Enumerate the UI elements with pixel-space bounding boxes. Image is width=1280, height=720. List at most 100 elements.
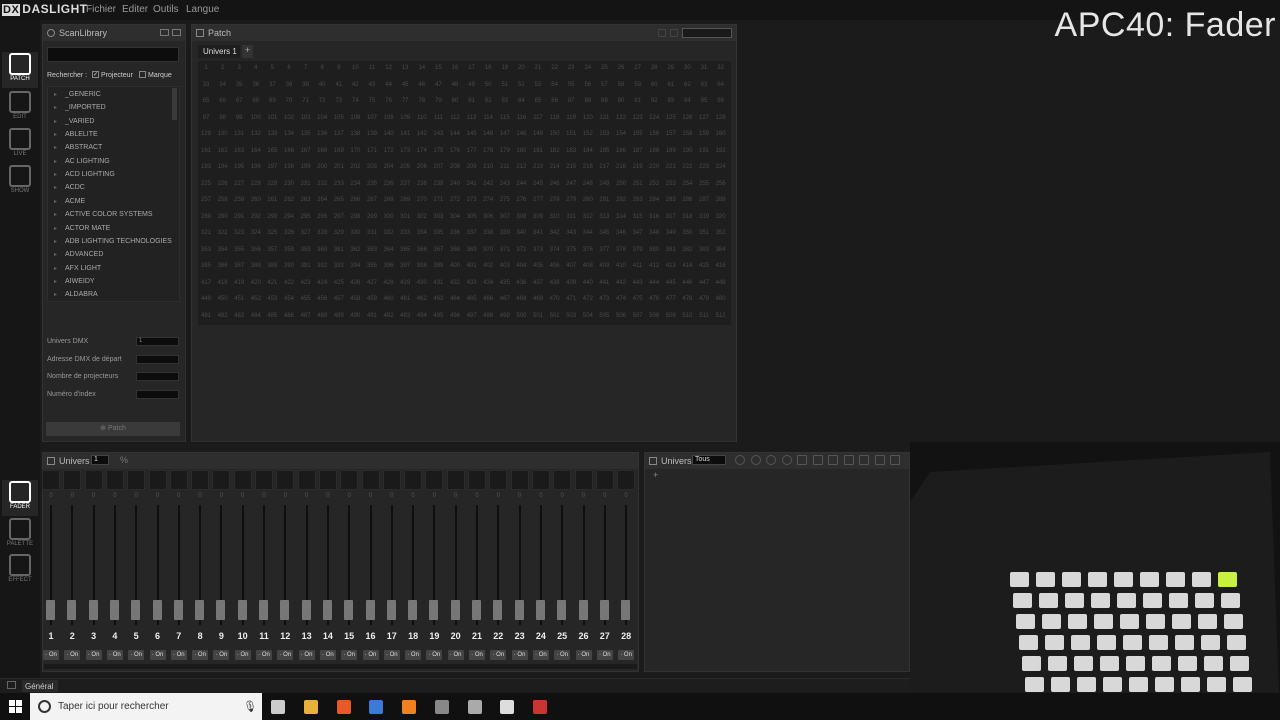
dmx-channel-cell[interactable]: 105 xyxy=(331,115,347,121)
fader-on-button[interactable]: · On xyxy=(469,650,485,660)
dmx-channel-cell[interactable]: 258 xyxy=(215,197,231,203)
dmx-channel-cell[interactable]: 501 xyxy=(530,313,546,319)
dmx-channel-cell[interactable]: 254 xyxy=(679,181,695,187)
field-input[interactable] xyxy=(136,372,179,381)
dmx-channel-cell[interactable]: 449 xyxy=(198,296,214,302)
dmx-channel-cell[interactable]: 432 xyxy=(447,280,463,286)
fader-on-button[interactable]: · On xyxy=(383,650,400,660)
dmx-channel-cell[interactable]: 455 xyxy=(298,296,314,302)
dmx-channel-cell[interactable]: 133 xyxy=(264,131,280,137)
fader-knob[interactable] xyxy=(195,600,205,620)
dmx-channel-cell[interactable]: 438 xyxy=(547,280,563,286)
dmx-channel-cell[interactable]: 328 xyxy=(314,230,330,236)
dmx-channel-cell[interactable]: 319 xyxy=(696,214,712,220)
fader-knob[interactable] xyxy=(429,600,439,620)
dmx-channel-cell[interactable]: 4 xyxy=(248,65,264,71)
univers-tool-icon[interactable] xyxy=(859,455,869,465)
dmx-channel-cell[interactable]: 427 xyxy=(364,280,380,286)
dmx-channel-cell[interactable]: 99 xyxy=(231,115,247,121)
dmx-channel-cell[interactable]: 242 xyxy=(480,181,496,187)
dmx-channel-cell[interactable]: 120 xyxy=(580,115,596,121)
dmx-channel-cell[interactable]: 373 xyxy=(530,247,546,253)
dmx-channel-cell[interactable]: 103 xyxy=(298,115,314,121)
dmx-channel-cell[interactable]: 2 xyxy=(215,65,231,71)
dmx-channel-cell[interactable]: 184 xyxy=(580,148,596,154)
dmx-channel-cell[interactable]: 220 xyxy=(646,164,662,170)
dmx-channel-cell[interactable]: 461 xyxy=(397,296,413,302)
dmx-channel-cell[interactable]: 22 xyxy=(547,65,563,71)
dmx-channel-cell[interactable]: 265 xyxy=(331,197,347,203)
dmx-channel-cell[interactable]: 95 xyxy=(696,98,712,104)
dmx-channel-cell[interactable]: 166 xyxy=(281,148,297,154)
dmx-channel-cell[interactable]: 28 xyxy=(646,65,662,71)
dmx-channel-cell[interactable]: 323 xyxy=(231,230,247,236)
dmx-channel-cell[interactable]: 288 xyxy=(713,197,729,203)
dmx-channel-cell[interactable]: 139 xyxy=(364,131,380,137)
library-item[interactable]: _GENERIC xyxy=(65,91,101,98)
expand-arrow-icon[interactable]: ▸ xyxy=(54,291,57,298)
dmx-channel-cell[interactable]: 114 xyxy=(480,115,496,121)
dmx-channel-cell[interactable]: 35 xyxy=(231,82,247,88)
dmx-channel-cell[interactable]: 340 xyxy=(513,230,529,236)
dmx-channel-cell[interactable]: 294 xyxy=(281,214,297,220)
dmx-channel-cell[interactable]: 79 xyxy=(430,98,446,104)
expand-arrow-icon[interactable]: ▸ xyxy=(54,238,57,245)
dmx-channel-cell[interactable]: 364 xyxy=(381,247,397,253)
app-icon[interactable] xyxy=(369,700,383,714)
dmx-channel-cell[interactable]: 342 xyxy=(547,230,563,236)
dmx-channel-cell[interactable]: 149 xyxy=(530,131,546,137)
dmx-channel-cell[interactable]: 316 xyxy=(646,214,662,220)
expand-arrow-icon[interactable]: ▸ xyxy=(54,211,57,218)
dmx-channel-cell[interactable]: 131 xyxy=(231,131,247,137)
dmx-channel-cell[interactable]: 191 xyxy=(696,148,712,154)
dmx-channel-cell[interactable]: 393 xyxy=(331,263,347,269)
dmx-channel-cell[interactable]: 302 xyxy=(414,214,430,220)
dmx-channel-cell[interactable]: 277 xyxy=(530,197,546,203)
dmx-channel-cell[interactable]: 284 xyxy=(646,197,662,203)
dmx-channel-cell[interactable]: 25 xyxy=(596,65,612,71)
dmx-channel-cell[interactable]: 281 xyxy=(596,197,612,203)
dmx-channel-cell[interactable]: 361 xyxy=(331,247,347,253)
library-item[interactable]: ADVANCED xyxy=(65,251,103,258)
dmx-channel-cell[interactable]: 108 xyxy=(381,115,397,121)
fader-knob[interactable] xyxy=(259,600,268,620)
dmx-channel-cell[interactable]: 307 xyxy=(497,214,513,220)
dmx-channel-cell[interactable]: 318 xyxy=(679,214,695,220)
dmx-channel-cell[interactable]: 404 xyxy=(513,263,529,269)
dmx-channel-cell[interactable]: 189 xyxy=(663,148,679,154)
fader-knob[interactable] xyxy=(599,600,609,620)
dmx-channel-cell[interactable]: 23 xyxy=(563,65,579,71)
dmx-channel-cell[interactable]: 339 xyxy=(497,230,513,236)
dmx-channel-cell[interactable]: 75 xyxy=(364,98,380,104)
dmx-channel-cell[interactable]: 192 xyxy=(713,148,729,154)
expand-arrow-icon[interactable]: ▸ xyxy=(54,225,57,232)
dmx-channel-cell[interactable]: 190 xyxy=(679,148,695,154)
dmx-channel-cell[interactable]: 493 xyxy=(397,313,413,319)
dmx-channel-cell[interactable]: 44 xyxy=(381,82,397,88)
dmx-channel-cell[interactable]: 414 xyxy=(679,263,695,269)
dmx-channel-cell[interactable]: 341 xyxy=(530,230,546,236)
fader-on-button[interactable]: · On xyxy=(43,650,59,660)
dmx-channel-cell[interactable]: 228 xyxy=(248,181,264,187)
dmx-channel-cell[interactable]: 488 xyxy=(314,313,330,319)
dmx-channel-cell[interactable]: 370 xyxy=(480,247,496,253)
dmx-channel-cell[interactable]: 450 xyxy=(215,296,231,302)
dmx-channel-cell[interactable]: 55 xyxy=(563,82,579,88)
dmx-channel-cell[interactable]: 430 xyxy=(414,280,430,286)
dmx-channel-cell[interactable]: 262 xyxy=(281,197,297,203)
dmx-channel-cell[interactable]: 11 xyxy=(364,65,380,71)
dmx-channel-cell[interactable]: 391 xyxy=(298,263,314,269)
fader-on-button[interactable]: · On xyxy=(532,650,549,660)
dmx-channel-cell[interactable]: 13 xyxy=(397,65,413,71)
dmx-channel-cell[interactable]: 115 xyxy=(497,115,513,121)
dmx-channel-cell[interactable]: 10 xyxy=(347,65,363,71)
dmx-channel-cell[interactable]: 106 xyxy=(347,115,363,121)
dmx-channel-cell[interactable]: 398 xyxy=(414,263,430,269)
percent-icon[interactable]: % xyxy=(120,455,128,465)
dmx-channel-cell[interactable]: 248 xyxy=(580,181,596,187)
tab-general[interactable]: Général xyxy=(22,680,58,692)
dmx-channel-cell[interactable]: 72 xyxy=(314,98,330,104)
dmx-channel-cell[interactable]: 16 xyxy=(447,65,463,71)
tree-scrollbar[interactable] xyxy=(172,88,177,120)
dmx-channel-cell[interactable]: 154 xyxy=(613,131,629,137)
